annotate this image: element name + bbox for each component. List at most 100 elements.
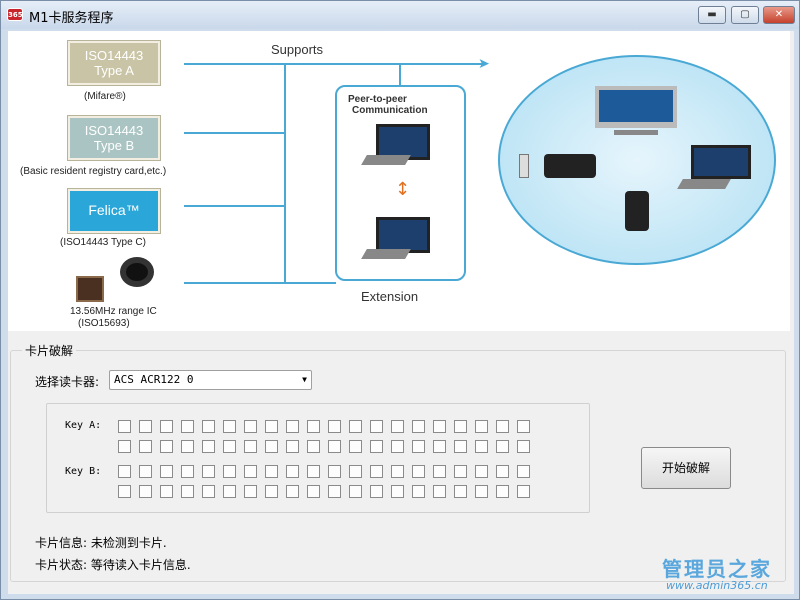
p2p-label-2: Communication [352,105,428,116]
key-a-checkbox[interactable] [391,440,404,453]
key-b-checkbox[interactable] [223,485,236,498]
key-a-checkbox[interactable] [433,420,446,433]
key-a-checkbox[interactable] [391,420,404,433]
key-a-checkbox[interactable] [307,440,320,453]
start-crack-button[interactable]: 开始破解 [641,447,731,489]
key-b-checkbox[interactable] [160,465,173,478]
card-line2: Type A [94,63,134,78]
key-a-checkbox[interactable] [286,420,299,433]
key-a-checkbox[interactable] [265,440,278,453]
key-b-checkbox[interactable] [181,465,194,478]
title-bar[interactable]: 365 M1卡服务程序 ▬ ▢ ✕ [1,1,799,29]
p2p-label-1: Peer-to-peer [348,94,407,105]
key-b-checkbox[interactable] [517,465,530,478]
key-a-checkbox[interactable] [202,420,215,433]
maximize-button[interactable]: ▢ [731,6,759,24]
key-b-checkbox[interactable] [475,465,488,478]
key-a-checkbox[interactable] [244,420,257,433]
key-a-checkbox[interactable] [328,420,341,433]
client-area: ISO14443 Type A (Mifare®) ISO14443 Type … [8,31,794,594]
key-b-checkbox[interactable] [160,485,173,498]
reader-select[interactable]: ACS ACR122 0 ▼ [109,370,312,390]
key-b-checkbox[interactable] [370,465,383,478]
key-a-checkbox[interactable] [139,440,152,453]
key-b-checkbox[interactable] [202,485,215,498]
key-b-checkbox[interactable] [412,485,425,498]
key-a-checkbox[interactable] [202,440,215,453]
minimize-button[interactable]: ▬ [698,6,726,24]
key-a-checkbox[interactable] [454,420,467,433]
key-a-checkbox[interactable] [496,420,509,433]
card-line1: ISO14443 [84,48,144,63]
key-b-checkbox[interactable] [307,485,320,498]
key-a-checkbox[interactable] [349,420,362,433]
key-a-checkbox[interactable] [118,440,131,453]
key-b-checkbox[interactable] [286,465,299,478]
key-a-checkbox[interactable] [181,440,194,453]
key-b-checkbox[interactable] [244,485,257,498]
key-a-checkbox[interactable] [307,420,320,433]
connector-line [184,132,284,134]
key-b-checkbox[interactable] [139,485,152,498]
tv-monitor-icon [595,86,677,128]
key-b-checkbox[interactable] [370,485,383,498]
key-a-checkbox[interactable] [265,420,278,433]
key-a-checkbox[interactable] [517,420,530,433]
key-a-checkbox[interactable] [454,440,467,453]
key-b-checkbox[interactable] [454,465,467,478]
key-b-checkbox[interactable] [244,465,257,478]
key-a-checkbox[interactable] [412,420,425,433]
key-b-checkbox[interactable] [223,465,236,478]
key-b-checkbox[interactable] [265,465,278,478]
close-button[interactable]: ✕ [763,6,795,24]
key-a-checkbox[interactable] [475,440,488,453]
key-b-checkbox[interactable] [118,465,131,478]
key-b-checkbox[interactable] [496,485,509,498]
key-a-checkbox[interactable] [412,440,425,453]
key-b-checkbox[interactable] [139,465,152,478]
key-a-checkbox[interactable] [181,420,194,433]
key-b-checkbox[interactable] [475,485,488,498]
key-b-checkbox[interactable] [454,485,467,498]
iso14443a-card: ISO14443 Type A [68,41,160,85]
key-a-checkbox[interactable] [349,440,362,453]
card-status-text: 卡片状态: 等待读入卡片信息. [35,558,191,572]
key-b-checkbox[interactable] [433,465,446,478]
key-b-checkbox[interactable] [265,485,278,498]
key-a-checkbox[interactable] [223,440,236,453]
card-caption: (ISO14443 Type C) [60,237,146,248]
key-b-checkbox[interactable] [328,465,341,478]
ic-tag-icon [120,257,154,287]
key-b-checkbox[interactable] [496,465,509,478]
key-a-checkbox[interactable] [475,420,488,433]
key-a-checkbox[interactable] [160,420,173,433]
key-b-checkbox[interactable] [286,485,299,498]
key-b-checkbox[interactable] [328,485,341,498]
key-b-checkbox[interactable] [181,485,194,498]
key-b-checkbox[interactable] [517,485,530,498]
key-b-checkbox[interactable] [118,485,131,498]
key-a-label: Key A: [65,420,102,431]
key-b-checkbox[interactable] [391,485,404,498]
key-a-checkbox[interactable] [370,440,383,453]
key-a-checkbox[interactable] [160,440,173,453]
key-b-checkbox[interactable] [391,465,404,478]
key-b-checkbox[interactable] [307,465,320,478]
key-b-checkbox[interactable] [202,465,215,478]
key-b-checkbox[interactable] [433,485,446,498]
key-a-checkbox[interactable] [328,440,341,453]
key-a-checkbox[interactable] [433,440,446,453]
key-a-checkbox[interactable] [286,440,299,453]
mobile-phone-icon [625,191,649,231]
key-a-checkbox[interactable] [118,420,131,433]
key-a-checkbox[interactable] [223,420,236,433]
key-a-checkbox[interactable] [517,440,530,453]
key-b-checkbox[interactable] [349,485,362,498]
key-a-checkbox[interactable] [496,440,509,453]
key-b-checkbox[interactable] [412,465,425,478]
tv-stand-icon [614,130,658,135]
key-a-checkbox[interactable] [370,420,383,433]
key-b-checkbox[interactable] [349,465,362,478]
key-a-checkbox[interactable] [139,420,152,433]
key-a-checkbox[interactable] [244,440,257,453]
